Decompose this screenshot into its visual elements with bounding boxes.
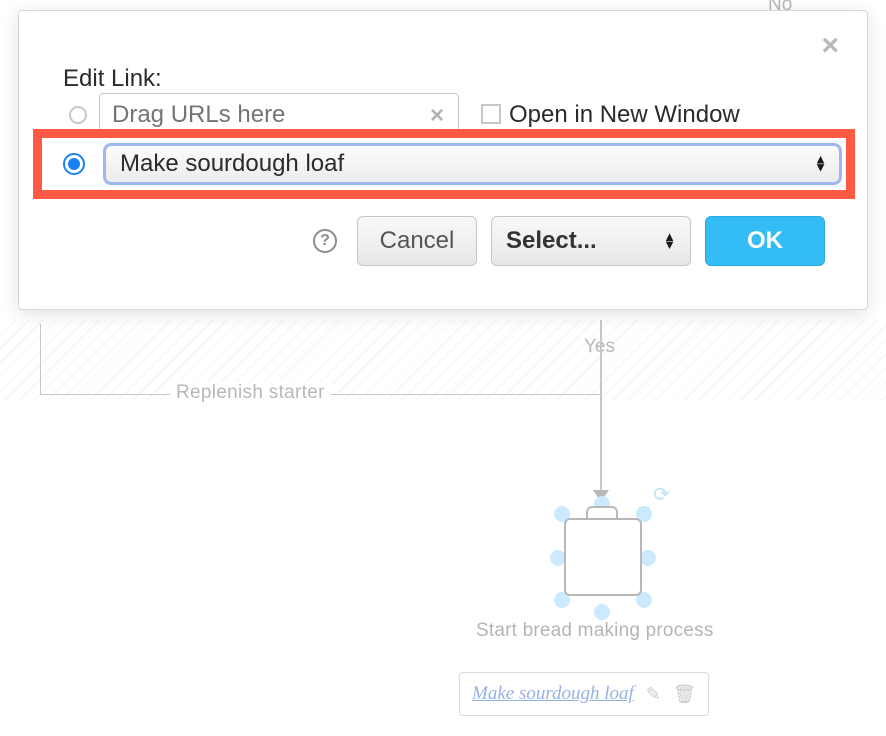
help-icon[interactable]: ?: [313, 229, 337, 253]
dialog-title: Edit Link:: [63, 65, 162, 93]
link-target-select-value: Make sourdough loaf: [120, 150, 344, 178]
resize-handle[interactable]: [594, 604, 610, 620]
trash-icon[interactable]: 🗑: [673, 684, 696, 705]
radio-page-option[interactable]: [63, 153, 85, 175]
action-select-dropdown[interactable]: Select... ▲▼: [491, 216, 691, 266]
subroutine-shape-selected[interactable]: ⟳: [558, 496, 648, 616]
resize-handle[interactable]: [640, 550, 656, 566]
hatch-pattern: [0, 320, 886, 400]
link-chip[interactable]: Make sourdough loaf ✎ 🗑: [459, 672, 709, 716]
open-new-window-label: Open in New Window: [509, 101, 740, 129]
link-target-select[interactable]: Make sourdough loaf ▲▼: [103, 143, 842, 185]
edge-line: [40, 324, 41, 394]
ok-button[interactable]: OK: [705, 216, 825, 266]
pencil-icon[interactable]: ✎: [646, 684, 661, 705]
edge-line: [600, 320, 602, 492]
chevron-updown-icon: ▲▼: [663, 233, 676, 250]
edge-label-replenish: Replenish starter: [170, 382, 331, 404]
highlight-annotation: Make sourdough loaf ▲▼: [33, 129, 855, 199]
subroutine-body: [564, 518, 642, 596]
shape-caption: Start bread making process: [476, 620, 714, 642]
action-select-label: Select...: [506, 227, 597, 255]
close-icon[interactable]: ×: [821, 31, 839, 61]
rotate-handle-icon[interactable]: ⟳: [653, 482, 670, 507]
edit-link-dialog: × Edit Link: × Open in New Window Make s…: [18, 10, 868, 310]
open-new-window-checkbox[interactable]: [481, 104, 501, 124]
dialog-button-row: ? Cancel Select... ▲▼ OK: [19, 216, 867, 266]
cancel-button[interactable]: Cancel: [357, 216, 477, 266]
radio-url-option[interactable]: [69, 106, 87, 124]
link-chip-label[interactable]: Make sourdough loaf: [472, 683, 634, 705]
clear-input-icon[interactable]: ×: [430, 102, 444, 130]
chevron-updown-icon: ▲▼: [814, 156, 827, 173]
